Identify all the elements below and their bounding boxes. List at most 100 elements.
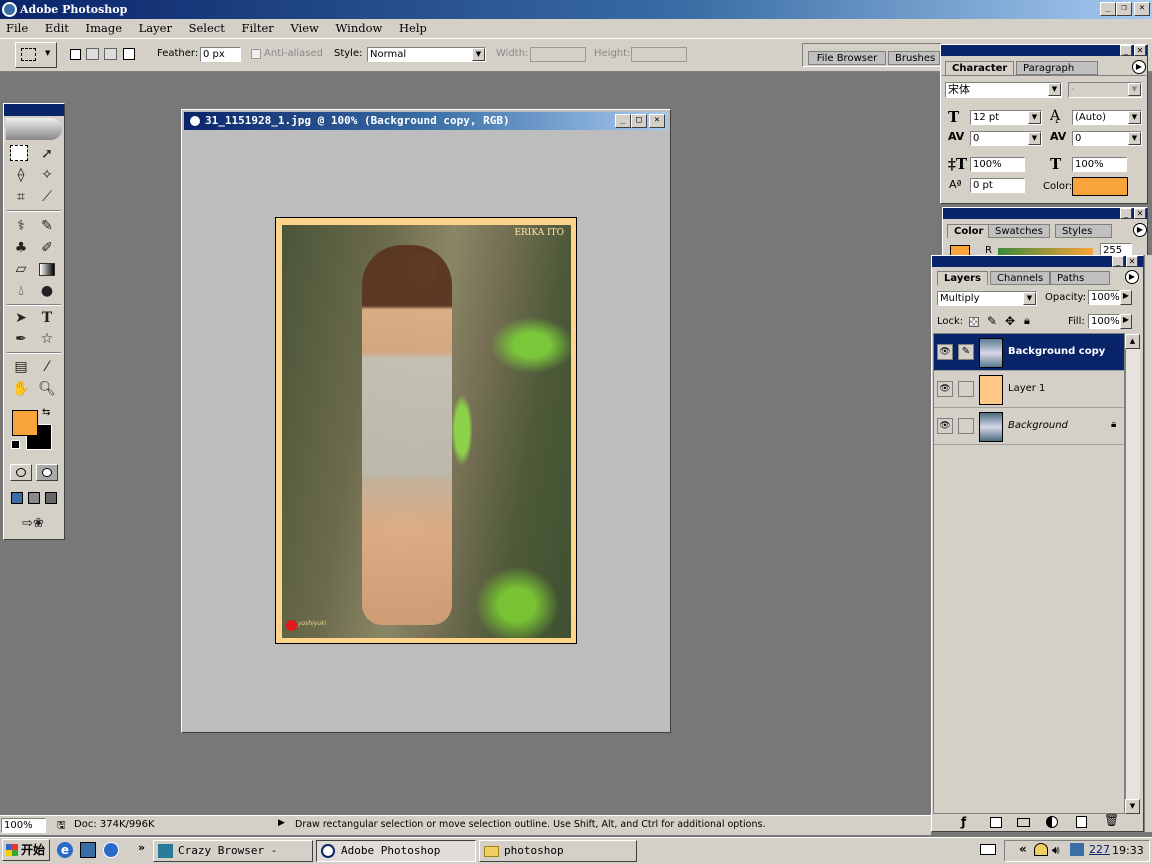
panel-close-button[interactable]: ✕ (1134, 45, 1146, 56)
eye-icon[interactable]: 👁︎ (937, 344, 953, 360)
tab-color[interactable]: Color (947, 224, 991, 238)
menu-view[interactable]: View (290, 19, 318, 38)
adobe-online-icon[interactable] (6, 118, 62, 140)
brush-tool-icon[interactable]: ✎ (36, 216, 58, 236)
desktop-quicklaunch-icon[interactable] (103, 842, 119, 858)
panel-minimize-button[interactable]: _ (1120, 208, 1132, 219)
task-photoshop-folder[interactable]: photoshop (479, 840, 637, 862)
character-panel-titlebar[interactable] (941, 45, 1147, 56)
crop-tool-icon[interactable]: ⌗ (10, 187, 32, 207)
fill-arrow-icon[interactable]: ▶ (1120, 314, 1132, 329)
panel-close-button[interactable]: ✕ (1126, 256, 1138, 267)
dodge-tool-icon[interactable]: ● (36, 281, 58, 301)
toolbox-title[interactable] (4, 104, 64, 116)
task-adobe-photoshop[interactable]: Adobe Photoshop (316, 840, 476, 862)
tab-channels[interactable]: Channels (990, 271, 1051, 285)
new-set-icon[interactable] (1017, 818, 1030, 827)
slice-tool-icon[interactable]: ⟋ (36, 187, 58, 207)
baseline-shift-input[interactable]: 0 pt (970, 178, 1025, 193)
screen-mode-full-icon[interactable] (45, 492, 57, 504)
fill-input[interactable]: 100% (1088, 314, 1120, 329)
style-select[interactable]: Normal ▼ (367, 47, 486, 62)
panel-menu-arrow-icon[interactable]: ▶ (1125, 270, 1139, 284)
layer-row-background[interactable]: 👁︎ Background 🔒︎ (934, 408, 1124, 445)
height-input[interactable] (631, 47, 687, 62)
font-size-select[interactable]: 12 pt ▼ (970, 110, 1042, 125)
default-colors-icon[interactable] (11, 440, 20, 449)
keyboard-icon[interactable] (980, 844, 996, 855)
antialias-checkbox[interactable] (251, 49, 261, 59)
layer-style-icon[interactable]: ƒ (961, 815, 966, 829)
tray-speaker-icon[interactable]: 🔊︎ (1052, 843, 1060, 858)
path-selection-tool-icon[interactable]: ➤ (10, 308, 32, 328)
tab-paths[interactable]: Paths (1050, 271, 1110, 285)
image-canvas[interactable]: ERIKA ITO yoshiyuki (275, 217, 577, 644)
menu-file[interactable]: File (6, 19, 28, 38)
panel-minimize-button[interactable]: _ (1112, 256, 1124, 267)
well-tab-file-browser[interactable]: File Browser (808, 51, 886, 65)
layer-row-background-copy[interactable]: 👁︎ ✎ Background copy (934, 334, 1124, 371)
adjustment-layer-icon[interactable] (1046, 816, 1058, 828)
layers-scrollbar[interactable] (1125, 334, 1140, 814)
app-close-button[interactable]: ✕ (1134, 2, 1150, 16)
menu-edit[interactable]: Edit (45, 19, 69, 38)
opacity-input[interactable]: 100% (1088, 290, 1120, 305)
app-icon[interactable] (2, 2, 17, 17)
selection-mode-intersect-icon[interactable] (123, 48, 135, 60)
eye-icon[interactable]: 👁︎ (937, 418, 953, 434)
app-minimize-button[interactable]: _ (1100, 2, 1116, 16)
lock-image-icon[interactable]: ✎ (987, 314, 997, 328)
tray-app-icon[interactable] (1070, 843, 1084, 856)
lock-position-icon[interactable]: ✥ (1005, 314, 1015, 328)
shape-tool-icon[interactable]: ☆ (36, 329, 58, 349)
blur-tool-icon[interactable]: 💧︎ (10, 281, 32, 301)
add-mask-icon[interactable] (990, 817, 1002, 828)
lasso-tool-icon[interactable]: ⟠ (10, 165, 32, 185)
app-restore-button[interactable]: ❐ (1116, 2, 1132, 16)
panel-menu-arrow-icon[interactable]: ▶ (1133, 223, 1147, 237)
eraser-tool-icon[interactable]: ▱ (10, 259, 32, 279)
menu-filter[interactable]: Filter (242, 19, 274, 38)
width-input[interactable] (530, 47, 586, 62)
selection-mode-new-icon[interactable] (70, 49, 81, 60)
foreground-color-swatch[interactable] (12, 410, 38, 436)
doc-info-icon[interactable]: 🖫 (57, 818, 66, 835)
link-slot[interactable] (958, 381, 974, 397)
standard-mode-icon[interactable] (10, 464, 32, 481)
screen-mode-full-menu-icon[interactable] (28, 492, 40, 504)
tab-layers[interactable]: Layers (937, 271, 988, 285)
notes-tool-icon[interactable]: ▤ (10, 357, 32, 377)
kerning-select[interactable]: 0 ▼ (970, 131, 1042, 146)
trash-icon[interactable]: 🗑︎ (1104, 813, 1119, 827)
zoom-input[interactable]: 100% (1, 818, 46, 833)
swap-colors-icon[interactable]: ⇆ (42, 407, 50, 418)
doc-close-button[interactable]: ✕ (649, 114, 665, 128)
menu-select[interactable]: Select (189, 19, 225, 38)
pen-tool-icon[interactable]: ✒ (10, 329, 32, 349)
selection-mode-add-icon[interactable] (86, 48, 99, 60)
lock-transparency-icon[interactable] (969, 317, 979, 327)
font-family-select[interactable]: 宋体 ▼ (945, 82, 1062, 98)
marquee-tool-icon[interactable] (10, 145, 28, 161)
vertical-scale-input[interactable]: 100% (970, 157, 1025, 172)
magic-wand-tool-icon[interactable]: ✧ (36, 165, 58, 185)
tool-preset-picker[interactable]: ▼ (15, 42, 57, 68)
text-color-swatch[interactable] (1072, 177, 1128, 196)
doc-minimize-button[interactable]: _ (615, 114, 631, 128)
panel-close-button[interactable]: ✕ (1134, 208, 1146, 219)
tab-styles[interactable]: Styles (1055, 224, 1112, 238)
tracking-select[interactable]: 0 ▼ (1072, 131, 1142, 146)
scroll-up-button[interactable]: ▲ (1125, 334, 1140, 349)
doc-maximize-button[interactable]: □ (631, 114, 647, 128)
feather-input[interactable]: 0 px (200, 47, 241, 62)
lock-all-icon[interactable]: 🔒︎ (1024, 314, 1030, 328)
quicklaunch-more-icon[interactable]: » (138, 841, 145, 854)
eye-icon[interactable]: 👁︎ (937, 381, 953, 397)
menu-help[interactable]: Help (399, 19, 427, 38)
jump-to-imageready-icon[interactable]: ⇨❀ (11, 514, 55, 534)
color-panel-titlebar[interactable] (943, 208, 1147, 219)
history-brush-tool-icon[interactable]: ✐ (36, 238, 58, 258)
eyedropper-tool-icon[interactable]: ⁄ (36, 357, 58, 377)
type-tool-icon[interactable]: T (36, 308, 58, 328)
font-style-select[interactable]: - ▼ (1068, 82, 1142, 98)
